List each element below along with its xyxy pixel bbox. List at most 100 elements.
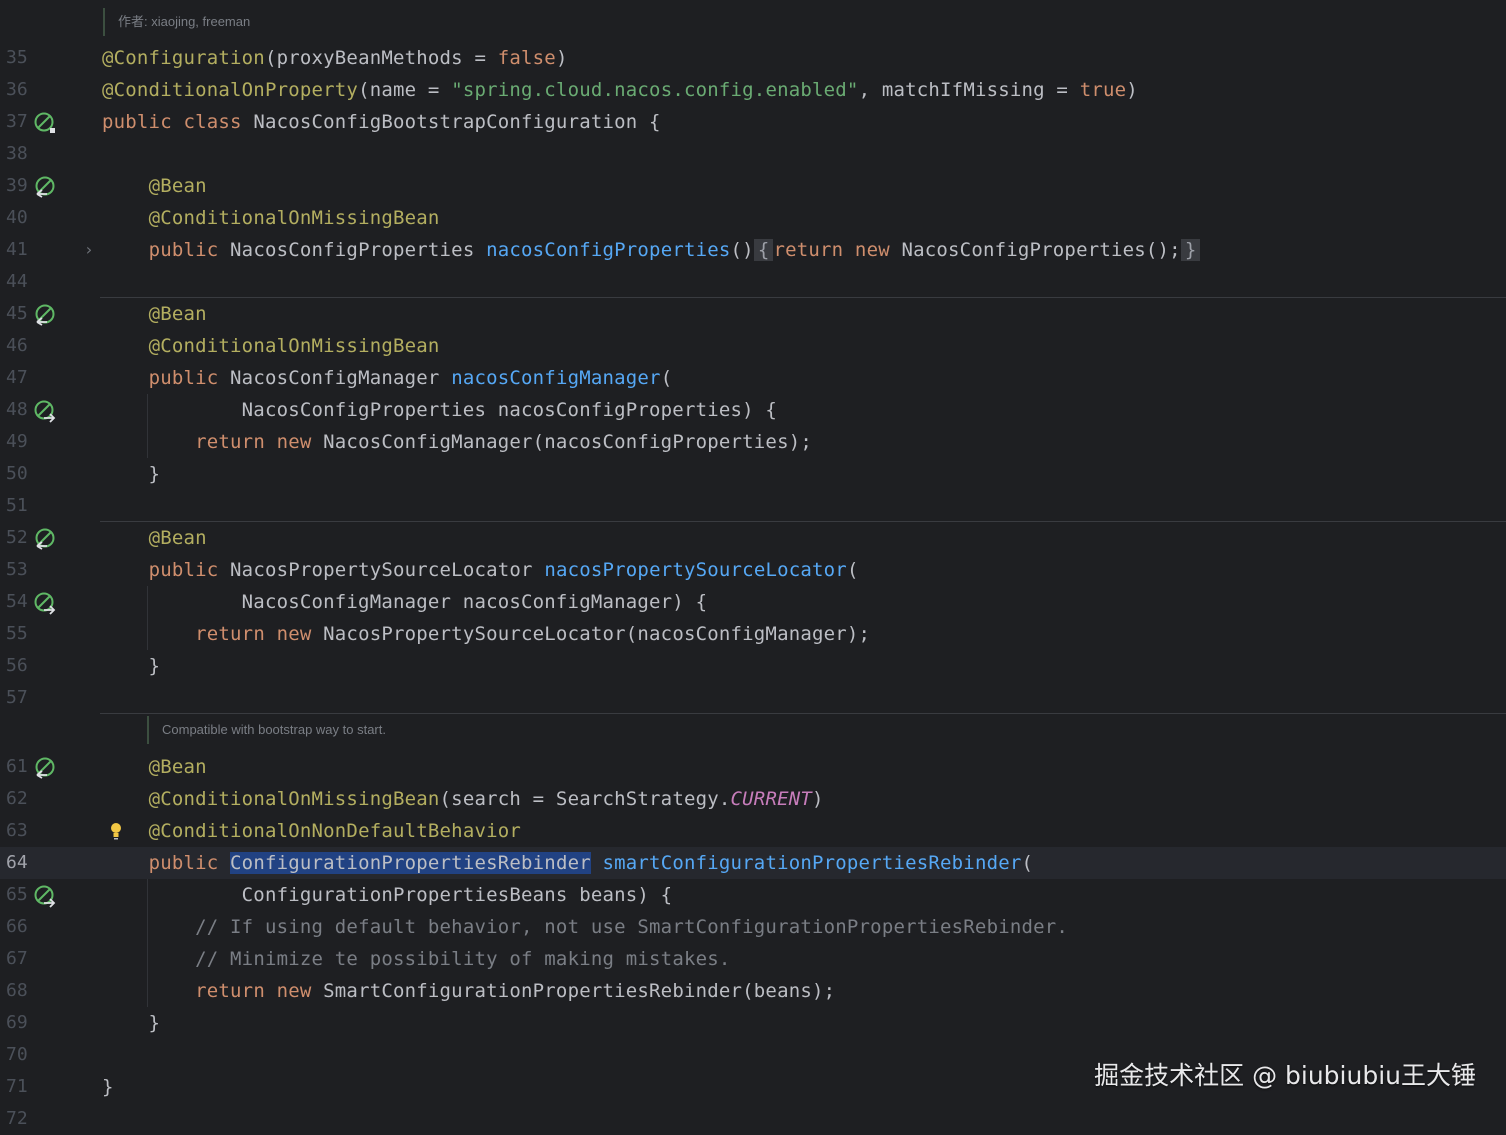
line-number[interactable]: 57 <box>6 682 28 714</box>
line-number[interactable]: 62 <box>6 783 28 815</box>
line-number[interactable]: 41 <box>6 234 28 266</box>
code-line[interactable]: 37 public class NacosConfigBootstrapConfi… <box>0 106 1506 138</box>
code-text[interactable]: @ConditionalOnNonDefaultBehavior <box>102 815 521 847</box>
line-number[interactable]: 69 <box>6 1007 28 1039</box>
code-line[interactable]: 40 @ConditionalOnMissingBean <box>0 202 1506 234</box>
line-number[interactable]: 55 <box>6 618 28 650</box>
code-line[interactable]: 64 public ConfigurationPropertiesRebinde… <box>0 847 1506 879</box>
code-text[interactable]: NacosConfigManager nacosConfigManager) { <box>102 586 707 618</box>
code-text[interactable]: @Configuration(proxyBeanMethods = false) <box>102 42 568 74</box>
line-number[interactable]: 46 <box>6 330 28 362</box>
line-number[interactable]: 64 <box>6 847 28 879</box>
code-text[interactable]: } <box>102 650 160 682</box>
code-line[interactable]: 46 @ConditionalOnMissingBean <box>0 330 1506 362</box>
doc-inlay-hint[interactable]: Compatible with bootstrap way to start. <box>147 716 386 744</box>
code-text[interactable]: @Bean <box>102 170 207 202</box>
line-number[interactable]: 37 <box>6 106 28 138</box>
line-number[interactable]: 38 <box>6 138 28 170</box>
line-number[interactable]: 50 <box>6 458 28 490</box>
code-text[interactable]: } <box>102 1071 114 1103</box>
code-line[interactable]: 48 NacosConfigProperties nacosConfigProp… <box>0 394 1506 426</box>
line-number[interactable]: 68 <box>6 975 28 1007</box>
code-line[interactable]: 35 @Configuration(proxyBeanMethods = fals… <box>0 42 1506 74</box>
code-line[interactable]: 41 › public NacosConfigProperties nacosCo… <box>0 234 1506 266</box>
code-text[interactable]: @Bean <box>102 751 207 783</box>
line-number[interactable]: 47 <box>6 362 28 394</box>
line-number[interactable]: 49 <box>6 426 28 458</box>
code-line[interactable]: 66 // If using default behavior, not use… <box>0 911 1506 943</box>
code-line[interactable]: 56 } <box>0 650 1506 682</box>
line-number[interactable]: 45 <box>6 298 28 330</box>
code-line[interactable]: 68 return new SmartConfigurationProperti… <box>0 975 1506 1007</box>
code-line[interactable]: 69 } <box>0 1007 1506 1039</box>
code-line[interactable]: 38 <box>0 138 1506 170</box>
code-line[interactable]: 52 @Bean <box>0 522 1506 554</box>
code-text[interactable]: return new NacosConfigManager(nacosConfi… <box>102 426 812 458</box>
code-text[interactable]: public NacosPropertySourceLocator nacosP… <box>102 554 859 586</box>
code-text[interactable]: NacosConfigProperties nacosConfigPropert… <box>102 394 777 426</box>
line-number[interactable]: 72 <box>6 1103 28 1135</box>
bean-provider-icon[interactable] <box>33 175 57 199</box>
code-text[interactable]: ConfigurationPropertiesBeans beans) { <box>102 879 672 911</box>
code-line[interactable]: 72 <box>0 1103 1506 1135</box>
fold-chevron-icon[interactable]: › <box>84 234 94 266</box>
code-text[interactable]: return new NacosPropertySourceLocator(na… <box>102 618 870 650</box>
line-number[interactable]: 48 <box>6 394 28 426</box>
bean-injection-icon[interactable] <box>33 591 57 615</box>
code-line[interactable]: 63 @ConditionalOnNonDefaultBehavior <box>0 815 1506 847</box>
code-text[interactable]: public NacosConfigManager nacosConfigMan… <box>102 362 673 394</box>
code-editor[interactable]: 作者: xiaojing, freeman Compatible with bo… <box>0 0 1506 1129</box>
line-number[interactable]: 51 <box>6 490 28 522</box>
line-number[interactable]: 61 <box>6 751 28 783</box>
line-number[interactable]: 36 <box>6 74 28 106</box>
code-line[interactable]: 62 @ConditionalOnMissingBean(search = Se… <box>0 783 1506 815</box>
line-number[interactable]: 40 <box>6 202 28 234</box>
code-line[interactable]: 49 return new NacosConfigManager(nacosCo… <box>0 426 1506 458</box>
code-line[interactable]: 39 @Bean <box>0 170 1506 202</box>
code-text[interactable]: @ConditionalOnMissingBean(search = Searc… <box>102 783 824 815</box>
code-line[interactable]: 54 NacosConfigManager nacosConfigManager… <box>0 586 1506 618</box>
code-text[interactable]: } <box>102 1007 160 1039</box>
line-number[interactable]: 54 <box>6 586 28 618</box>
bean-provider-icon[interactable] <box>33 756 57 780</box>
code-line[interactable]: 50 } <box>0 458 1506 490</box>
code-text[interactable]: // If using default behavior, not use Sm… <box>102 911 1068 943</box>
code-line[interactable]: 44 <box>0 266 1506 298</box>
line-number[interactable]: 65 <box>6 879 28 911</box>
bean-injection-icon[interactable] <box>33 884 57 908</box>
line-number[interactable]: 39 <box>6 170 28 202</box>
line-number[interactable]: 66 <box>6 911 28 943</box>
no-bean-icon[interactable] <box>33 111 57 135</box>
code-text[interactable]: @Bean <box>102 298 207 330</box>
bean-provider-icon[interactable] <box>33 303 57 327</box>
line-number[interactable]: 71 <box>6 1071 28 1103</box>
line-number[interactable]: 63 <box>6 815 28 847</box>
code-text[interactable]: return new SmartConfigurationPropertiesR… <box>102 975 835 1007</box>
code-line[interactable]: 47 public NacosConfigManager nacosConfig… <box>0 362 1506 394</box>
line-number[interactable]: 70 <box>6 1039 28 1071</box>
code-text[interactable]: public NacosConfigProperties nacosConfig… <box>102 234 1201 266</box>
line-number[interactable]: 56 <box>6 650 28 682</box>
code-line[interactable]: 53 public NacosPropertySourceLocator nac… <box>0 554 1506 586</box>
code-line[interactable]: 61 @Bean <box>0 751 1506 783</box>
code-line[interactable]: 45 @Bean <box>0 298 1506 330</box>
code-line[interactable]: 67 // Minimize te possibility of making … <box>0 943 1506 975</box>
line-number[interactable]: 53 <box>6 554 28 586</box>
line-number[interactable]: 35 <box>6 42 28 74</box>
code-text[interactable]: public ConfigurationPropertiesRebinder s… <box>102 847 1033 879</box>
code-text[interactable]: @ConditionalOnMissingBean <box>102 330 440 362</box>
line-number[interactable]: 44 <box>6 266 28 298</box>
code-text[interactable]: } <box>102 458 160 490</box>
code-text[interactable]: // Minimize te possibility of making mis… <box>102 943 731 975</box>
code-text[interactable]: @Bean <box>102 522 207 554</box>
bean-injection-icon[interactable] <box>33 399 57 423</box>
author-inlay-hint[interactable]: 作者: xiaojing, freeman <box>103 8 250 36</box>
line-number[interactable]: 67 <box>6 943 28 975</box>
code-text[interactable]: @ConditionalOnProperty(name = "spring.cl… <box>102 74 1138 106</box>
code-line[interactable]: 65 ConfigurationPropertiesBeans beans) { <box>0 879 1506 911</box>
code-line[interactable]: 36 @ConditionalOnProperty(name = "spring.… <box>0 74 1506 106</box>
code-text[interactable]: @ConditionalOnMissingBean <box>102 202 440 234</box>
line-number[interactable]: 52 <box>6 522 28 554</box>
bean-provider-icon[interactable] <box>33 527 57 551</box>
code-text[interactable]: public class NacosConfigBootstrapConfigu… <box>102 106 661 138</box>
